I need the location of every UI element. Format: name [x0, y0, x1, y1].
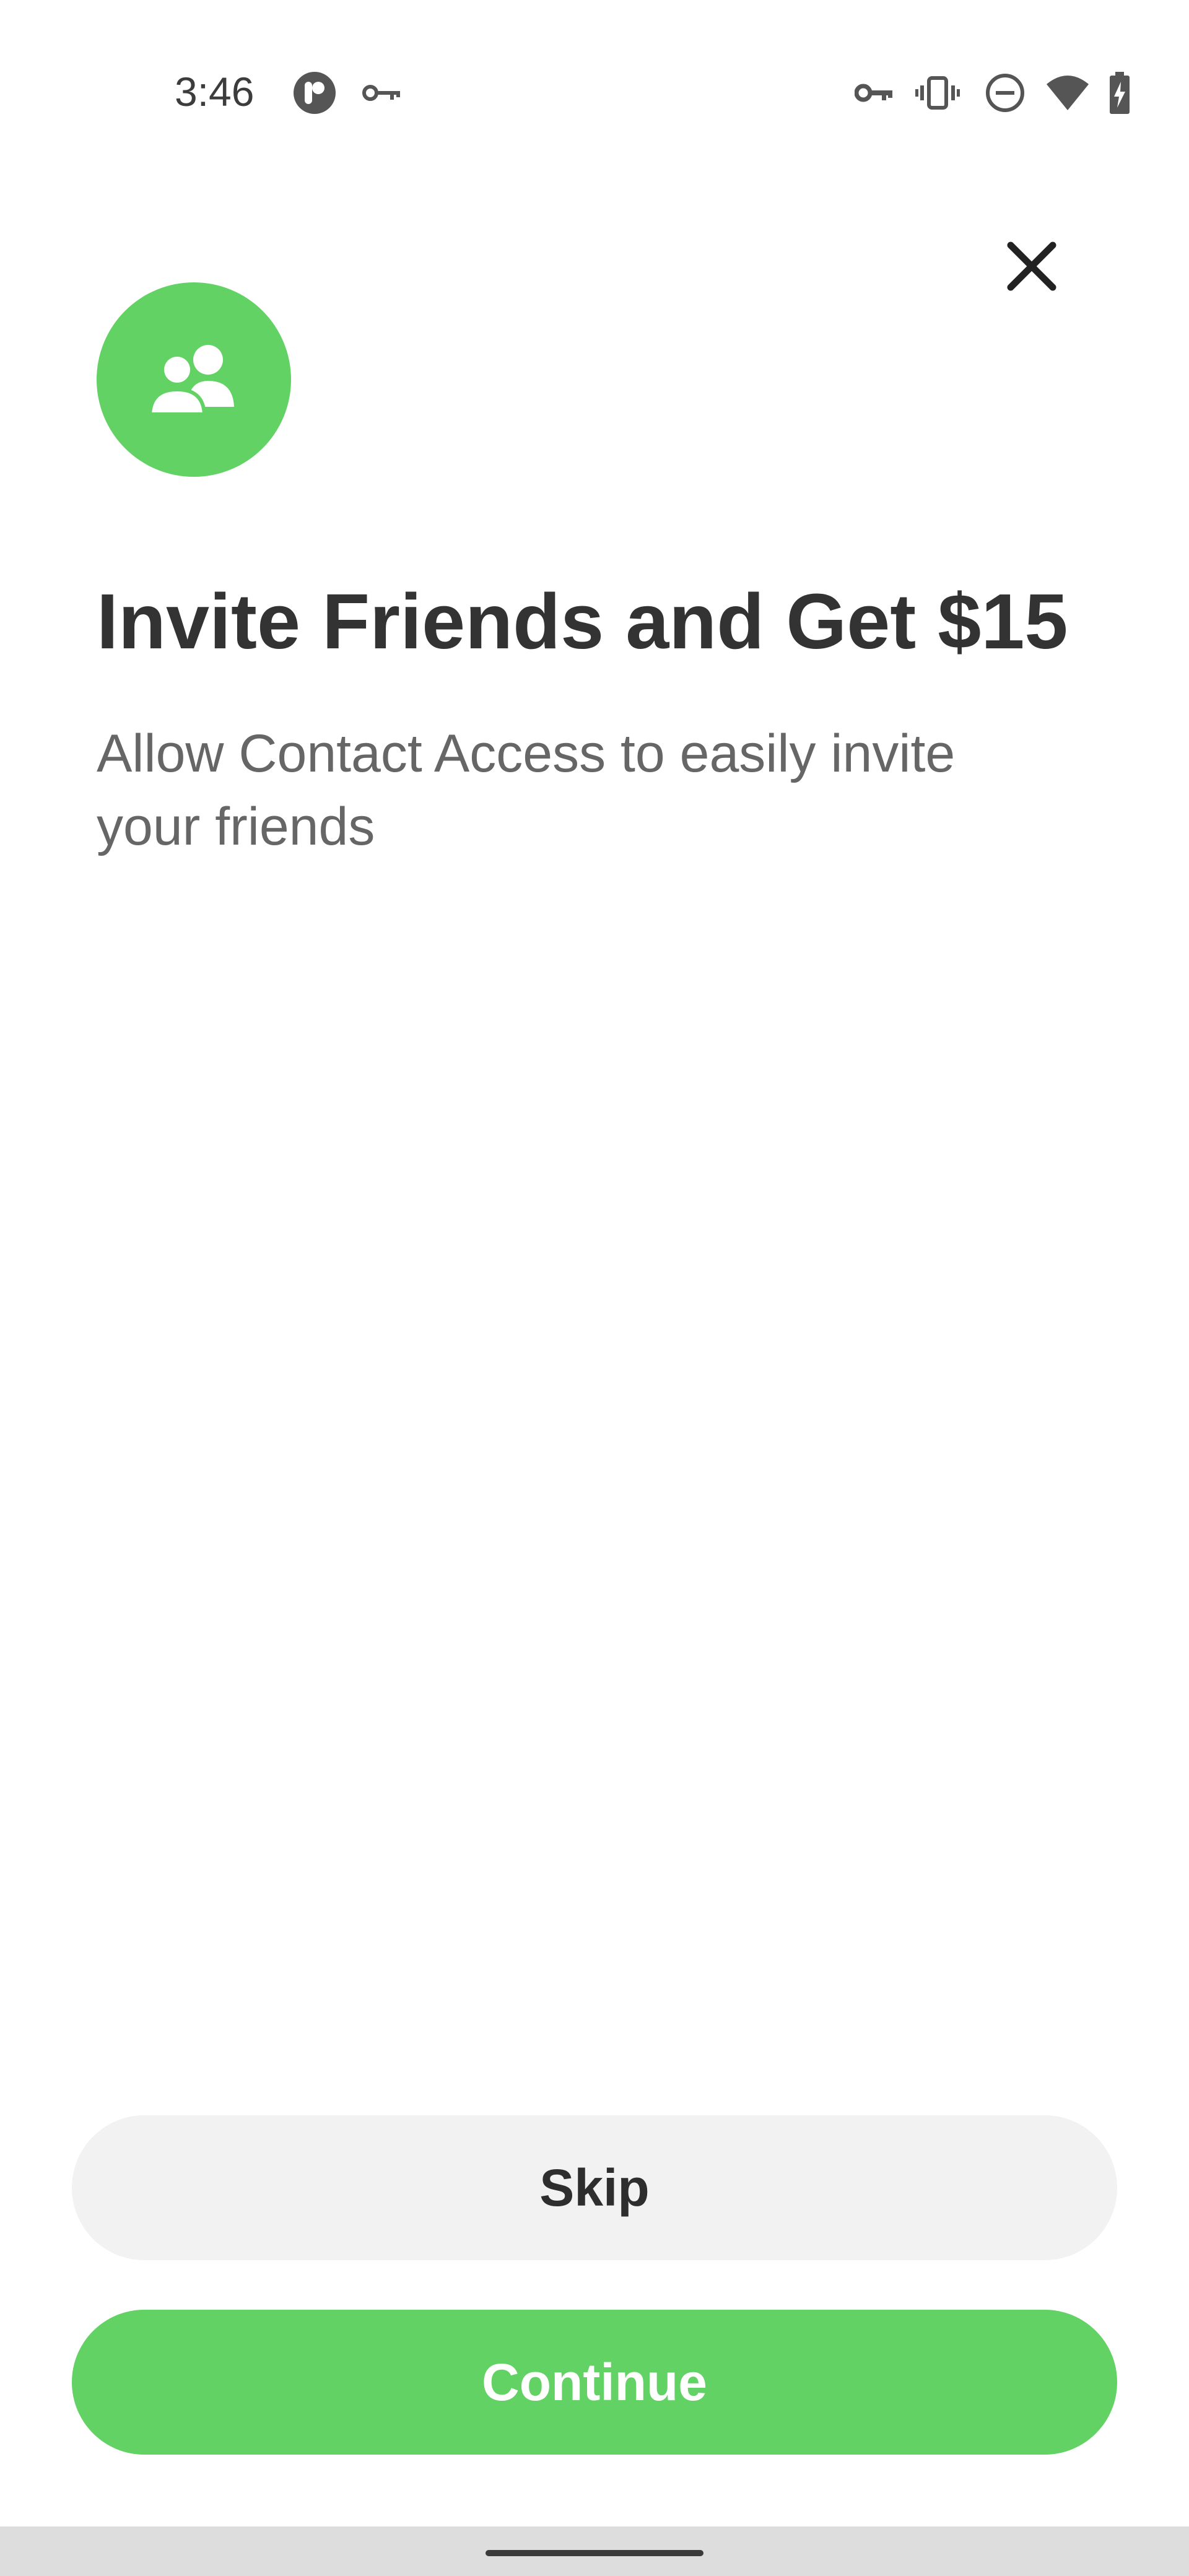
do-not-disturb-icon [985, 69, 1026, 116]
people-icon [147, 345, 234, 416]
app-notification-icon [291, 69, 338, 116]
skip-button[interactable]: Skip [72, 2115, 1117, 2260]
continue-button[interactable]: Continue [72, 2310, 1117, 2455]
page-subtitle: Allow Contact Access to easily invite yo… [97, 724, 956, 856]
vibrate-icon [915, 69, 960, 116]
home-gesture-handle[interactable] [486, 2550, 703, 2556]
invite-friends-screen: 3:46 Invite Friends and Get $15 Allow Co… [0, 0, 1189, 2576]
hero-people-badge [97, 282, 291, 477]
close-icon [1007, 242, 1056, 291]
page-title: Invite Friends and Get $15 [97, 578, 1068, 665]
close-button[interactable] [982, 217, 1081, 316]
vpn-key-icon [854, 69, 894, 116]
wifi-icon [1045, 69, 1090, 116]
battery-charging-icon [1107, 69, 1132, 116]
status-time: 3:46 [175, 69, 255, 115]
status-bar: 3:46 [0, 0, 1189, 186]
vpn-key-icon [362, 69, 401, 116]
navigation-bar [0, 2526, 1189, 2576]
